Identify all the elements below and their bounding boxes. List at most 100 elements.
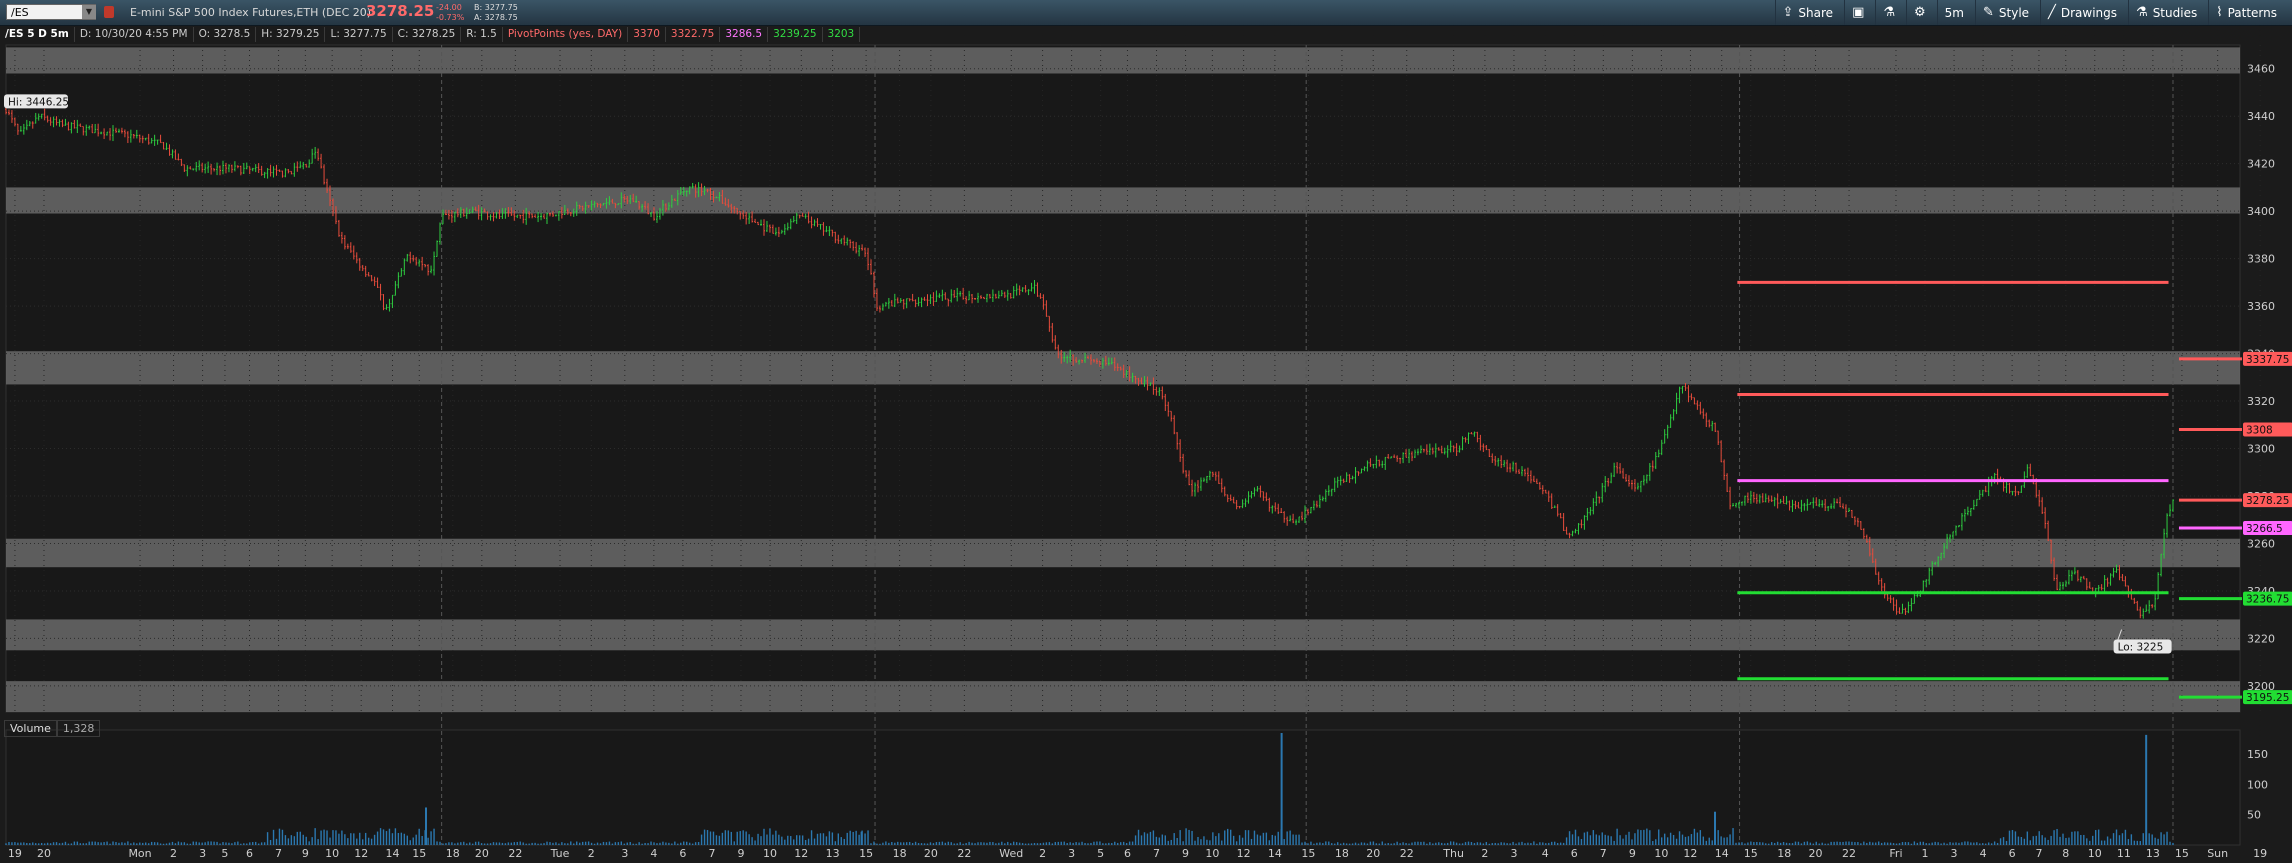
- legend-high: H: 3279.25: [256, 26, 326, 42]
- time-tick-label: 22: [508, 847, 522, 860]
- chart-legend: /ES 5 D 5m D: 10/30/20 4:55 PM O: 3278.5…: [0, 26, 861, 42]
- time-tick-label: 10: [325, 847, 339, 860]
- time-tick-label: 4: [650, 847, 657, 860]
- alert-flag-icon[interactable]: [104, 6, 114, 18]
- legend-pivot-r1: 3322.75: [666, 26, 721, 42]
- price-chart[interactable]: 3460344034203400338033603340332033003280…: [0, 42, 2292, 863]
- time-tick-label: 12: [1683, 847, 1697, 860]
- share-button[interactable]: ⇪ Share: [1774, 0, 1841, 25]
- time-tick-label: 20: [924, 847, 938, 860]
- gear-icon: ⚙: [1914, 5, 1926, 20]
- drawings-button[interactable]: ╱ Drawings: [2040, 0, 2124, 25]
- time-tick-label: 9: [1182, 847, 1189, 860]
- patterns-label: Patterns: [2227, 5, 2277, 20]
- legend-pivot-s1: 3239.25: [768, 26, 823, 42]
- window-icon: ▣: [1852, 5, 1865, 20]
- price-tick-label: 3420: [2247, 158, 2275, 171]
- time-tick-label: 6: [1124, 847, 1131, 860]
- studies-flask-icon: ⚗: [2136, 5, 2148, 20]
- price-marker-label: 3266.5: [2246, 523, 2283, 535]
- time-tick-label: 6: [679, 847, 686, 860]
- instrument-description: E-mini S&P 500 Index Futures,ETH (DEC 20…: [130, 6, 372, 19]
- sr-zone-band: [6, 187, 2240, 214]
- volume-label: Volume: [4, 720, 57, 737]
- change-value: -24.00: [436, 3, 462, 12]
- time-tick-label: 22: [1842, 847, 1856, 860]
- time-tick-label: 10: [1205, 847, 1219, 860]
- price-marker-label: 3236.75: [2246, 594, 2289, 606]
- time-tick-label: 3: [1068, 847, 1075, 860]
- price-tick-label: 3260: [2247, 537, 2275, 550]
- time-tick-label: 20: [1366, 847, 1380, 860]
- top-toolbar: /ES ▼ E-mini S&P 500 Index Futures,ETH (…: [0, 0, 2292, 26]
- chart-settings-button[interactable]: ▣: [1844, 0, 1871, 25]
- share-icon: ⇪: [1782, 5, 1794, 20]
- studies-button[interactable]: ⚗ Studies: [2128, 0, 2204, 25]
- style-label: Style: [1998, 5, 2030, 20]
- time-tick-label: 5: [1097, 847, 1104, 860]
- ask-value: A: 3278.75: [474, 13, 518, 22]
- time-tick-label: 13: [826, 847, 840, 860]
- time-tick-label: 9: [302, 847, 309, 860]
- studies-label: Studies: [2152, 5, 2198, 20]
- drawings-label: Drawings: [2060, 5, 2118, 20]
- time-tick-label: 3: [621, 847, 628, 860]
- time-tick-label: Sun: [2207, 847, 2228, 860]
- time-tick-label: Mon: [128, 847, 151, 860]
- legend-date: D: 10/30/20 4:55 PM: [75, 26, 194, 42]
- time-tick-label: 1: [1922, 847, 1929, 860]
- price-tick-label: 3220: [2247, 632, 2275, 645]
- price-tick-label: 3440: [2247, 110, 2275, 123]
- price-marker-label: 3337.75: [2246, 354, 2289, 366]
- time-tick-label: 19: [8, 847, 22, 860]
- patterns-button[interactable]: ⌇ Patterns: [2208, 0, 2284, 25]
- timeframe-label: 5m: [1944, 5, 1964, 20]
- bid-ask: B: 3277.75 A: 3278.75: [474, 3, 518, 23]
- time-tick-label: 10: [1654, 847, 1668, 860]
- time-tick-label: 20: [37, 847, 51, 860]
- legend-pivot-r2: 3370: [628, 26, 666, 42]
- price-tick-label: 3320: [2247, 395, 2275, 408]
- symbol-dropdown-icon[interactable]: ▼: [82, 5, 96, 19]
- volume-value: 1,328: [56, 720, 101, 737]
- style-icon: ✎: [1983, 5, 1994, 20]
- legend-pivot-pp: 3286.5: [720, 26, 769, 42]
- bid-value: B: 3277.75: [474, 3, 518, 12]
- time-tick-label: 12: [1237, 847, 1251, 860]
- volume-tick-label: 100: [2247, 778, 2268, 791]
- time-tick-label: 6: [246, 847, 253, 860]
- time-tick-label: 14: [1268, 847, 1282, 860]
- flask-icon: ⚗: [1883, 5, 1896, 20]
- time-tick-label: 18: [446, 847, 460, 860]
- price-tick-label: 3300: [2247, 443, 2275, 456]
- legend-close: C: 3278.25: [393, 26, 462, 42]
- legend-open: O: 3278.5: [194, 26, 257, 42]
- high-label: Hi: 3446.25: [8, 96, 69, 108]
- time-tick-label: 18: [1777, 847, 1791, 860]
- time-tick-label: 11: [2117, 847, 2131, 860]
- change-percent: -0.73%: [436, 13, 465, 22]
- time-tick-label: 4: [1980, 847, 1987, 860]
- legend-study-name[interactable]: PivotPoints (yes, DAY): [503, 26, 629, 42]
- time-tick-label: 12: [354, 847, 368, 860]
- time-tick-label: 20: [1809, 847, 1823, 860]
- time-tick-label: 3: [1951, 847, 1958, 860]
- time-tick-label: 6: [2009, 847, 2016, 860]
- time-tick-label: 10: [2088, 847, 2102, 860]
- time-tick-label: 22: [1400, 847, 1414, 860]
- settings-button[interactable]: ⚙: [1906, 0, 1933, 25]
- time-tick-label: 2: [588, 847, 595, 860]
- price-marker-label: 3278.25: [2246, 495, 2289, 507]
- style-button[interactable]: ✎ Style: [1975, 0, 2036, 25]
- time-tick-label: 7: [275, 847, 282, 860]
- time-tick-label: 12: [794, 847, 808, 860]
- price-tick-label: 3360: [2247, 300, 2275, 313]
- chart-label[interactable]: /ES 5 D 5m: [0, 26, 75, 42]
- volume-legend: Volume 1,328: [4, 720, 101, 737]
- lab-button[interactable]: ⚗: [1875, 0, 1902, 25]
- timeframe-button[interactable]: 5m: [1936, 0, 1971, 25]
- time-tick-label: 15: [412, 847, 426, 860]
- time-tick-label: 8: [2062, 847, 2069, 860]
- sr-zone-band: [6, 351, 2240, 385]
- legend-range: R: 1.5: [461, 26, 503, 42]
